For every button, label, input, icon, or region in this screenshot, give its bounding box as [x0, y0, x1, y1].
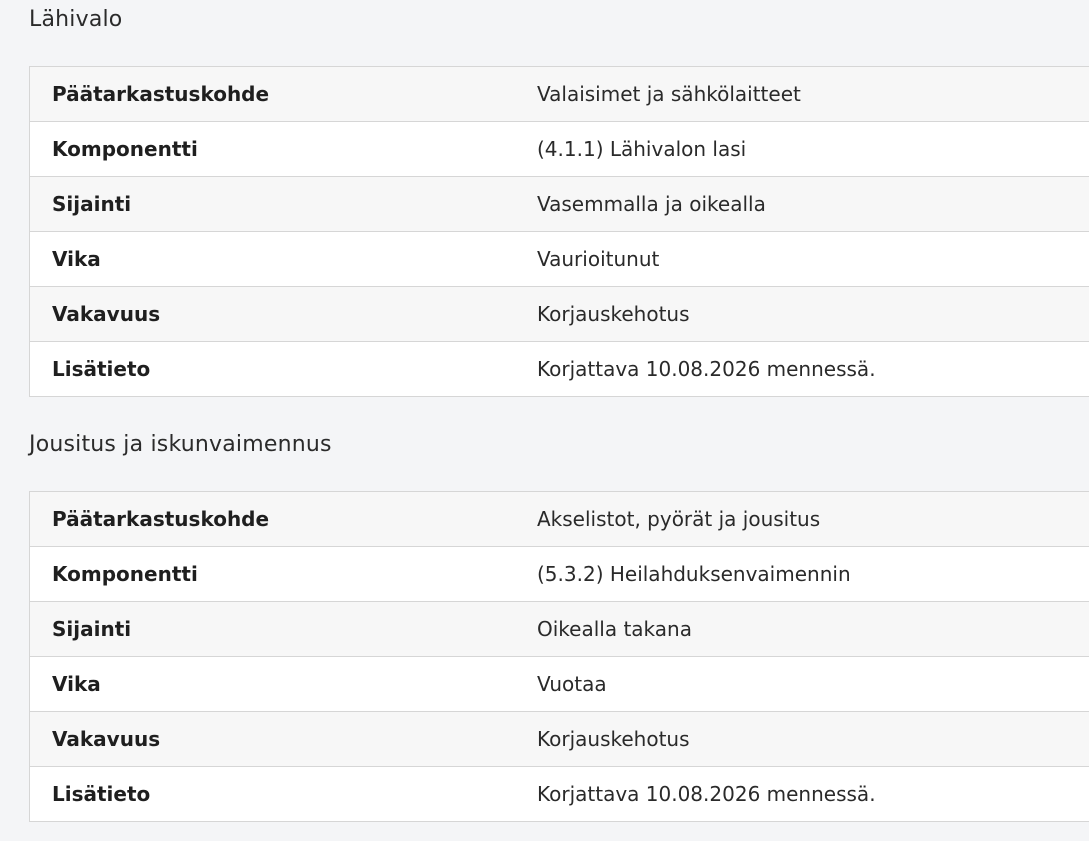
defect-section-jousitus: Jousitus ja iskunvaimennus Päätarkastusk…	[29, 430, 1089, 822]
row-label: Sijainti	[29, 176, 537, 232]
table-row: Vakavuus Korjauskehotus	[29, 711, 1089, 767]
row-label: Komponentti	[29, 121, 537, 177]
row-value: Akselistot, pyörät ja jousitus	[537, 507, 821, 531]
row-value: Korjauskehotus	[537, 286, 1089, 342]
row-value: Oikealla takana	[537, 601, 1089, 657]
row-value: Korjauskehotus	[537, 711, 1089, 767]
section-title: Lähivalo	[29, 7, 123, 32]
row-label: Vika	[29, 656, 537, 712]
table-row: Komponentti (5.3.2) Heilahduksenvaimenni…	[29, 546, 1089, 602]
table-row: Sijainti Vasemmalla ja oikealla	[29, 176, 1089, 232]
row-label: Lisätieto	[29, 766, 537, 822]
table-row: Päätarkastuskohde Akselistot, pyörät ja …	[29, 491, 1089, 547]
defect-details-table: Päätarkastuskohde Valaisimet ja sähkölai…	[29, 66, 1089, 397]
table-row: Päätarkastuskohde Valaisimet ja sähkölai…	[29, 66, 1089, 122]
table-row: Komponentti (4.1.1) Lähivalon lasi	[29, 121, 1089, 177]
table-row: Sijainti Oikealla takana	[29, 601, 1089, 657]
row-value: Korjattava 10.08.2026 mennessä.	[537, 341, 1089, 397]
defect-section-lahivalo: Lähivalo Päätarkastuskohde Valaisimet ja…	[29, 5, 1089, 397]
row-value: Vaurioitunut	[537, 231, 1089, 287]
section-title: Jousitus ja iskunvaimennus	[29, 432, 332, 457]
table-row: Vika Vuotaa	[29, 656, 1089, 712]
row-label: Vika	[29, 231, 537, 287]
row-label: Sijainti	[29, 601, 537, 657]
row-label: Lisätieto	[29, 341, 537, 397]
row-label: Päätarkastuskohde	[52, 82, 270, 106]
table-row: Lisätieto Korjattava 10.08.2026 mennessä…	[29, 341, 1089, 397]
table-row: Lisätieto Korjattava 10.08.2026 mennessä…	[29, 766, 1089, 822]
defect-details-table: Päätarkastuskohde Akselistot, pyörät ja …	[29, 491, 1089, 822]
row-value: Korjattava 10.08.2026 mennessä.	[537, 766, 1089, 822]
row-label: Vakavuus	[29, 286, 537, 342]
table-row: Vakavuus Korjauskehotus	[29, 286, 1089, 342]
row-value: Vuotaa	[537, 656, 1089, 712]
row-value: Vasemmalla ja oikealla	[537, 176, 1089, 232]
row-label: Päätarkastuskohde	[52, 507, 270, 531]
row-value: (4.1.1) Lähivalon lasi	[537, 121, 1089, 177]
row-value: (5.3.2) Heilahduksenvaimennin	[537, 546, 1089, 602]
row-label: Komponentti	[29, 546, 537, 602]
table-row: Vika Vaurioitunut	[29, 231, 1089, 287]
row-value: Valaisimet ja sähkölaitteet	[537, 82, 801, 106]
row-label: Vakavuus	[29, 711, 537, 767]
